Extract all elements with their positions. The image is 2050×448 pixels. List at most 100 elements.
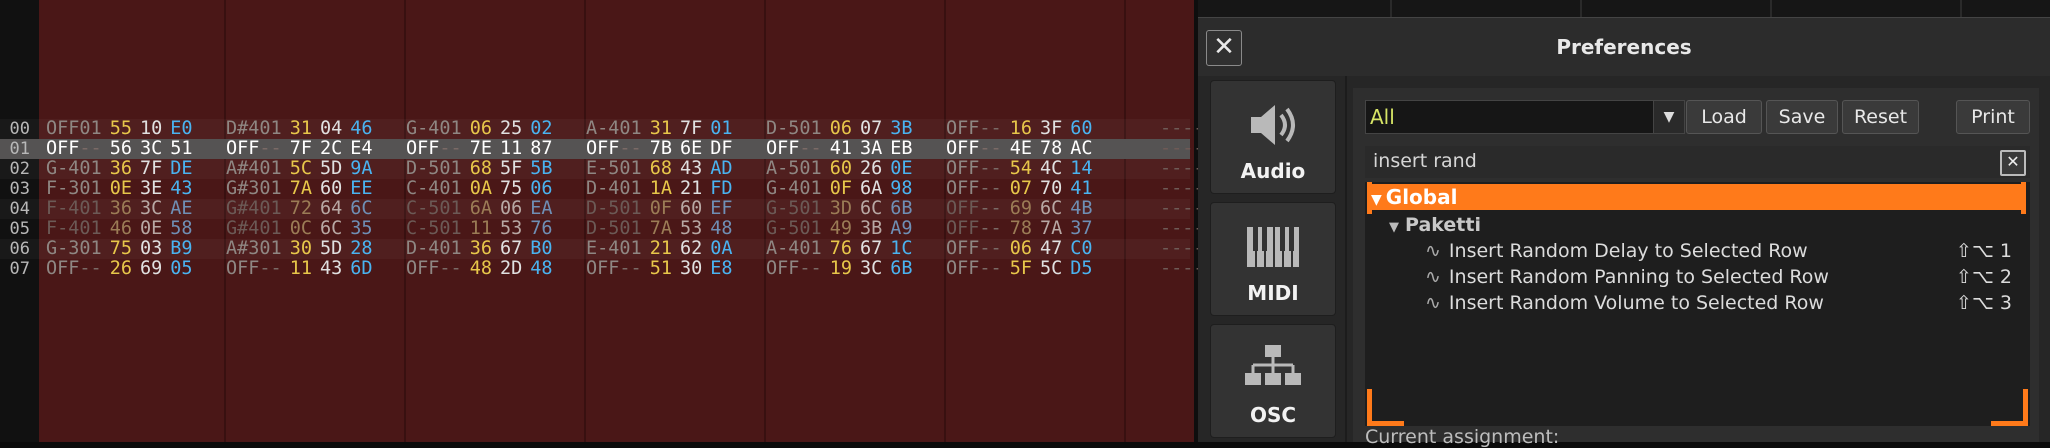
category-midi-label: MIDI [1247,281,1299,305]
note-cell[interactable]: OFF-- 41 3A EB [766,139,913,159]
note-cell[interactable]: D-501 68 5F 5B [406,159,553,179]
instrument-value: 01 [799,218,822,239]
note-cell[interactable]: A#301 30 5D 28 [226,239,373,259]
pattern-row[interactable]: 07 OFF-- 26 69 05 OFF-- 11 43 6D OFF-- 48 2D 48 OFF--… [0,259,1200,280]
note-cell[interactable]: OFF-- 4E 78 AC [946,139,1093,159]
note-cell[interactable]: E-501 68 43 AD [586,159,733,179]
note-cell[interactable]: A-401 76 67 1C [766,239,913,259]
line-number: 01 [9,139,30,159]
note-value: OFF [406,138,440,159]
pattern-row[interactable]: 05 F-401 46 0E 58 G#401 0C 6C 35 C-501 11 53 76 D-501… [0,219,1200,240]
pattern-row[interactable]: 03 F-301 0E 3E 43 G#301 7A 60 EE C-401 0A 75 06 D-401… [0,179,1200,200]
tree-item-random-volume[interactable]: ∿ Insert Random Volume to Selected Row ⇧⌥… [1365,290,2024,316]
note-cell[interactable]: OFF-- 7B 6E DF [586,139,733,159]
print-button[interactable]: Print [1956,100,2030,134]
tree-item-random-panning[interactable]: ∿ Insert Random Panning to Selected Row ⇧… [1365,264,2024,290]
note-cell[interactable]: C-501 6A 06 EA [406,199,553,219]
note-cell[interactable]: D-501 06 07 3B [766,119,913,139]
note-cell[interactable]: D-501 7A 53 48 [586,219,733,239]
pattern-rows[interactable]: 00 OFF01 55 10 E0 D#401 31 04 46 G-401 06 25 02 A-401… [0,119,1200,280]
delay-value: AE [170,198,193,219]
volume-value: 26 [109,258,132,279]
save-button[interactable]: Save [1766,100,1838,134]
pattern-editor[interactable]: 00 OFF01 55 10 E0 D#401 31 04 46 G-401 06 25 02 A-401… [0,0,1200,442]
note-cell[interactable]: G-401 06 25 02 [406,119,553,139]
volume-value: 49 [829,218,852,239]
clear-search-icon[interactable]: ✕ [2000,150,2026,176]
tree-node-global[interactable]: ▼ Global [1367,184,2026,210]
note-cell[interactable]: D-401 1A 21 FD [586,179,733,199]
note-cell[interactable]: G#401 0C 6C 35 [226,219,373,239]
keybinding-tree[interactable]: ▼ Global ▼ Paketti ∿ Insert Random Delay t… [1365,182,2030,426]
pattern-row[interactable]: 02 G-401 36 7F DE A#401 5C 5D 9A D-501 68 5F 5B E-501… [0,159,1200,180]
note-cell[interactable]: F-301 0E 3E 43 [46,179,193,199]
preferences-dialog: ✕ Preferences Audio MIDI OSC All ▼ Load … [1198,0,2050,448]
volume-value: 75 [109,238,132,259]
note-cell[interactable]: E-401 21 62 0A [586,239,733,259]
delay-value: 01 [710,118,733,139]
note-cell[interactable]: OFF-- 7E 11 87 [406,139,553,159]
note-cell[interactable]: D-401 36 67 B0 [406,239,553,259]
reset-button[interactable]: Reset [1842,100,1919,134]
expand-triangle-icon[interactable]: ▼ [1389,220,1399,235]
note-cell[interactable]: G#301 7A 60 EE [226,179,373,199]
note-cell[interactable]: F-401 46 0E 58 [46,219,193,239]
note-cell[interactable]: OFF-- 56 3C 51 [46,139,193,159]
note-cell[interactable]: G-401 0F 6A 98 [766,179,913,199]
note-cell[interactable]: A-501 60 26 0E [766,159,913,179]
filter-dropdown[interactable]: All ▼ [1365,100,1685,134]
chevron-down-icon[interactable]: ▼ [1653,101,1684,133]
note-cell[interactable]: OFF01 55 10 E0 [46,119,193,139]
panning-value: 6E [679,138,703,159]
note-cell[interactable]: OFF-- 78 7A 37 [946,219,1093,239]
note-cell[interactable]: OFF-- 06 47 C0 [946,239,1093,259]
pattern-row[interactable]: 00 OFF01 55 10 E0 D#401 31 04 46 G-401 06 25 02 A-401… [0,119,1200,140]
load-button[interactable]: Load [1686,100,1762,134]
note-cell[interactable]: OFF-- 16 3F 60 [946,119,1093,139]
note-cell[interactable]: OFF-- 54 4C 14 [946,159,1093,179]
tree-node-paketti[interactable]: ▼ Paketti [1365,212,2024,238]
delay-value: 76 [530,218,553,239]
note-cell[interactable]: OFF-- 26 69 05 [46,259,193,279]
tree-item-random-delay[interactable]: ∿ Insert Random Delay to Selected Row ⇧⌥ … [1365,238,2024,264]
note-cell[interactable]: OFF-- 19 3C 6B [766,259,913,279]
note-cell[interactable]: C-501 11 53 76 [406,219,553,239]
search-input[interactable] [1365,146,2001,176]
note-cell[interactable]: OFF-- 7F 2C E4 [226,139,373,159]
note-cell[interactable]: OFF-- 51 30 E8 [586,259,733,279]
note-cell[interactable]: D-501 0F 60 EF [586,199,733,219]
note-cell[interactable]: OFF-- 07 70 41 [946,179,1093,199]
note-cell[interactable]: D#401 31 04 46 [226,119,373,139]
note-value: A-4 [766,238,800,259]
panning-value: 3E [139,178,163,199]
instrument-value: -- [439,258,462,279]
volume-value: 68 [469,158,492,179]
shortcut-label: ⇧⌥ 1 [1956,240,2012,262]
note-value: A-5 [766,158,800,179]
note-cell[interactable]: OFF-- 11 43 6D [226,259,373,279]
instrument-value: -- [979,258,1002,279]
volume-value: 5C [289,158,312,179]
note-cell[interactable]: OFF-- 48 2D 48 [406,259,553,279]
pattern-row[interactable]: 04 F-401 36 3C AE G#401 72 64 6C C-501 6A 06 EA D-501… [0,199,1200,220]
pattern-row[interactable]: 01 OFF-- 56 3C 51 OFF-- 7F 2C E4 OFF-- 7E 11 87 OFF--… [0,139,1200,159]
note-cell[interactable]: A#401 5C 5D 9A [226,159,373,179]
note-cell[interactable]: G-501 3D 6C 6B [766,199,913,219]
note-cell[interactable]: G-301 75 03 B9 [46,239,193,259]
note-cell[interactable]: C-401 0A 75 06 [406,179,553,199]
note-cell[interactable]: A-401 31 7F 01 [586,119,733,139]
note-cell[interactable]: OFF-- 69 6C 4B [946,199,1093,219]
note-cell[interactable]: F-401 36 3C AE [46,199,193,219]
note-cell[interactable]: G-501 49 3B A9 [766,219,913,239]
note-cell[interactable]: OFF-- 5F 5C D5 [946,259,1093,279]
note-cell[interactable]: G#401 72 64 6C [226,199,373,219]
expand-triangle-icon[interactable]: ▼ [1371,192,1382,208]
category-midi-button[interactable]: MIDI [1210,202,1336,316]
pattern-row[interactable]: 06 G-301 75 03 B9 A#301 30 5D 28 D-401 36 67 B0 E-401… [0,239,1200,260]
empty-effect-column: ---- [1160,118,1200,139]
delay-value: EE [350,178,373,199]
category-audio-button[interactable]: Audio [1210,80,1336,194]
category-osc-button[interactable]: OSC [1210,324,1336,438]
note-cell[interactable]: G-401 36 7F DE [46,159,193,179]
panning-value: 7A [1039,218,1063,239]
